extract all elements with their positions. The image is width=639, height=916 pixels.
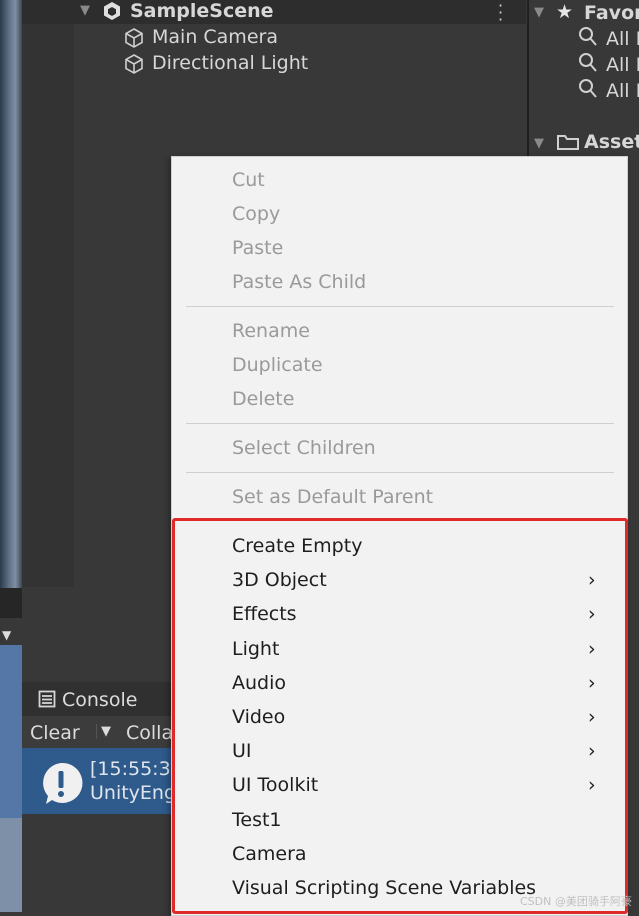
hierarchy-context-menu: Cut Copy Paste Paste As Child Rename Dup… — [171, 156, 628, 916]
assets-header[interactable]: Asset — [584, 131, 639, 153]
collapse-button[interactable]: Colla — [126, 722, 173, 744]
submenu-arrow-icon: › — [588, 774, 596, 796]
submenu-arrow-icon: › — [588, 672, 596, 694]
submenu-arrow-icon: › — [588, 603, 596, 625]
log-time: [15:55:35 — [90, 758, 183, 780]
console-empty-area — [22, 814, 172, 912]
menu-item-copy[interactable]: Copy — [232, 202, 280, 226]
hierarchy-item-directional-light[interactable]: Directional Light — [152, 52, 308, 74]
foldout-arrow-icon[interactable]: ▼ — [534, 5, 544, 20]
dropdown-triangle-icon[interactable]: ▼ — [2, 628, 11, 642]
menu-item-test1[interactable]: Test1 — [232, 808, 282, 832]
menu-item-rename[interactable]: Rename — [232, 319, 310, 343]
menu-item-ui[interactable]: UI — [232, 739, 252, 763]
submenu-arrow-icon: › — [588, 569, 596, 591]
gameobject-cube-icon — [123, 27, 145, 53]
menu-item-set-default-parent[interactable]: Set as Default Parent — [232, 485, 433, 509]
menu-separator — [186, 306, 614, 307]
menu-item-effects[interactable]: Effects — [232, 602, 297, 626]
menu-separator — [186, 423, 614, 424]
log-source: UnityEng — [90, 782, 177, 804]
favorites-item[interactable]: All I — [606, 80, 639, 102]
console-tab[interactable]: Console — [62, 689, 137, 711]
clear-dropdown-icon[interactable]: ▼ — [96, 724, 111, 739]
submenu-arrow-icon: › — [588, 706, 596, 728]
scene-view-toolbar — [0, 588, 22, 618]
console-icon — [38, 690, 56, 712]
favorites-item[interactable]: All I — [606, 28, 639, 50]
unity-scene-icon — [101, 0, 123, 26]
gameobject-cube-icon — [123, 53, 145, 79]
submenu-arrow-icon: › — [588, 638, 596, 660]
star-icon: ★ — [556, 1, 574, 23]
menu-item-ui-toolkit[interactable]: UI Toolkit — [232, 773, 318, 797]
search-icon — [578, 78, 598, 104]
hierarchy-item-main-camera[interactable]: Main Camera — [152, 26, 278, 48]
menu-item-duplicate[interactable]: Duplicate — [232, 353, 323, 377]
menu-item-video[interactable]: Video — [232, 705, 285, 729]
folder-icon — [556, 132, 580, 156]
kebab-menu-icon[interactable]: · · · — [498, 0, 503, 28]
search-icon — [578, 52, 598, 78]
menu-item-paste[interactable]: Paste — [232, 236, 283, 260]
scene-name[interactable]: SampleScene — [130, 0, 274, 22]
scene-view-bottom — [0, 818, 22, 912]
menu-item-create-empty[interactable]: Create Empty — [232, 534, 362, 558]
favorites-header[interactable]: Favor — [584, 2, 639, 24]
menu-item-cut[interactable]: Cut — [232, 168, 265, 192]
menu-separator — [186, 472, 614, 473]
foldout-arrow-icon[interactable]: ▼ — [534, 136, 544, 151]
scene-header-row[interactable] — [22, 0, 526, 24]
favorites-item[interactable]: All I — [606, 54, 639, 76]
submenu-arrow-icon: › — [588, 740, 596, 762]
clear-button[interactable]: Clear — [30, 722, 80, 744]
scene-view-blue — [0, 645, 22, 818]
menu-item-select-children[interactable]: Select Children — [232, 436, 376, 460]
menu-item-delete[interactable]: Delete — [232, 387, 294, 411]
menu-item-camera[interactable]: Camera — [232, 842, 307, 866]
foldout-arrow-icon[interactable]: ▼ — [80, 3, 90, 18]
menu-item-paste-as-child[interactable]: Paste As Child — [232, 270, 366, 294]
menu-item-visual-scripting-scene-variables[interactable]: Visual Scripting Scene Variables — [232, 876, 536, 900]
menu-item-3d-object[interactable]: 3D Object — [232, 568, 327, 592]
hierarchy-gutter — [22, 22, 74, 587]
scene-view-edge — [0, 0, 22, 590]
menu-item-light[interactable]: Light — [232, 637, 279, 661]
search-icon — [578, 26, 598, 52]
info-icon — [38, 760, 84, 810]
watermark: CSDN @美团骑手阿豪 — [520, 895, 632, 908]
menu-item-audio[interactable]: Audio — [232, 671, 286, 695]
